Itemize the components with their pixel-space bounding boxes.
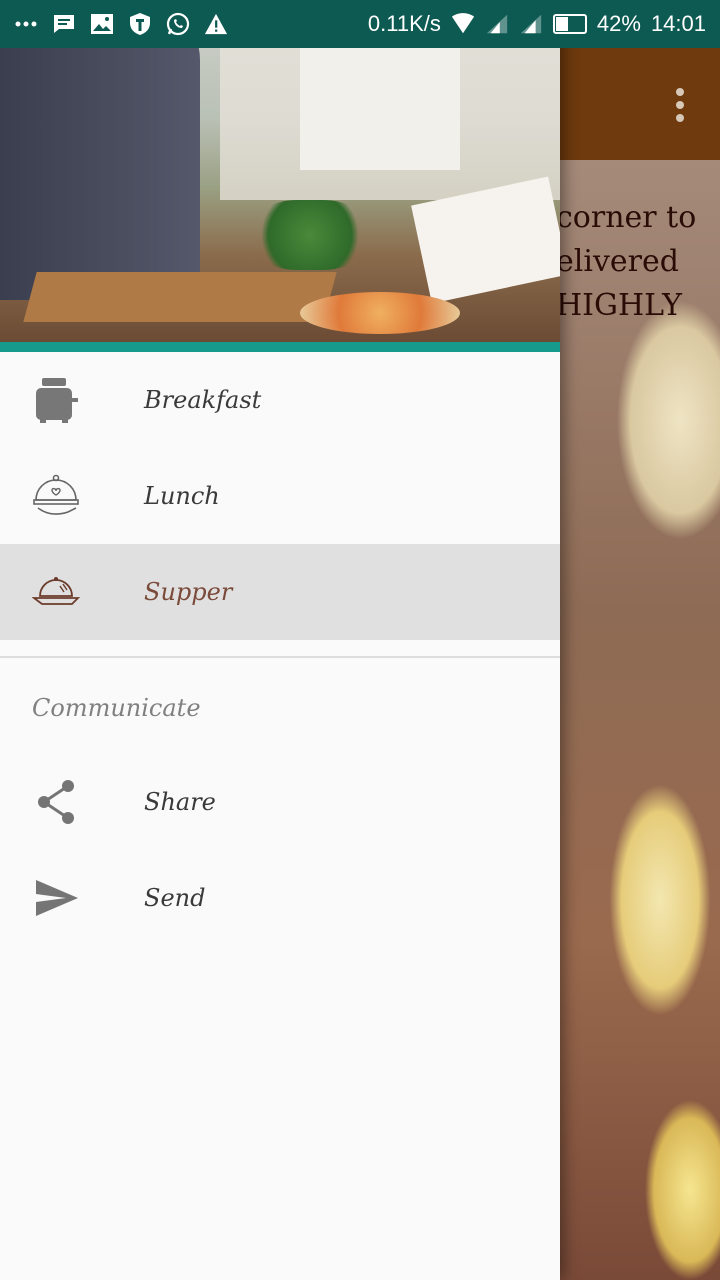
battery-percent: 42% xyxy=(596,11,641,36)
menu-item-label: Share xyxy=(144,788,216,816)
menu-item-supper[interactable]: Supper xyxy=(0,544,560,640)
wifi-icon xyxy=(451,12,475,36)
app-toolbar xyxy=(560,48,720,160)
background-photo xyxy=(560,160,720,1280)
send-icon xyxy=(32,874,80,922)
share-icon xyxy=(32,778,80,826)
clock: 14:01 xyxy=(650,11,706,36)
background-text-line: elivered xyxy=(560,244,679,279)
warning-icon xyxy=(204,12,228,36)
signal-icon xyxy=(485,12,509,36)
message-icon xyxy=(52,12,76,36)
drawer-header-image xyxy=(0,0,560,342)
menu-item-label: Supper xyxy=(144,578,233,606)
toaster-icon xyxy=(32,376,80,424)
menu-item-share[interactable]: Share xyxy=(0,754,560,850)
serving-dish-icon xyxy=(31,568,81,616)
network-speed: 0.11K/s xyxy=(367,11,441,36)
background-text-line: HIGHLY xyxy=(560,288,682,323)
signal-icon xyxy=(519,12,543,36)
more-dots-icon xyxy=(14,12,38,36)
menu-item-label: Breakfast xyxy=(144,386,262,414)
cloche-icon xyxy=(32,472,80,520)
section-title-communicate: Communicate xyxy=(32,694,201,722)
navigation-drawer: Breakfast Lunch Supper Communicate Share… xyxy=(0,0,560,1280)
menu-item-send[interactable]: Send xyxy=(0,850,560,946)
status-bar: 0.11K/s 42% 14:01 xyxy=(0,0,720,48)
whatsapp-icon xyxy=(166,12,190,36)
gallery-icon xyxy=(90,12,114,36)
shield-icon xyxy=(128,12,152,36)
menu-item-label: Send xyxy=(144,884,206,912)
drawer-header-accent xyxy=(0,342,560,352)
menu-item-label: Lunch xyxy=(144,482,220,510)
overflow-menu-icon[interactable] xyxy=(676,88,684,122)
menu-item-lunch[interactable]: Lunch xyxy=(0,448,560,544)
app-background: corner to elivered HIGHLY xyxy=(560,48,720,1280)
menu-item-breakfast[interactable]: Breakfast xyxy=(0,352,560,448)
background-text-line: corner to xyxy=(560,200,697,235)
battery-icon xyxy=(552,14,587,34)
background-text: corner to elivered HIGHLY xyxy=(560,196,720,328)
drawer-menu: Breakfast Lunch Supper Communicate Share… xyxy=(0,352,560,946)
